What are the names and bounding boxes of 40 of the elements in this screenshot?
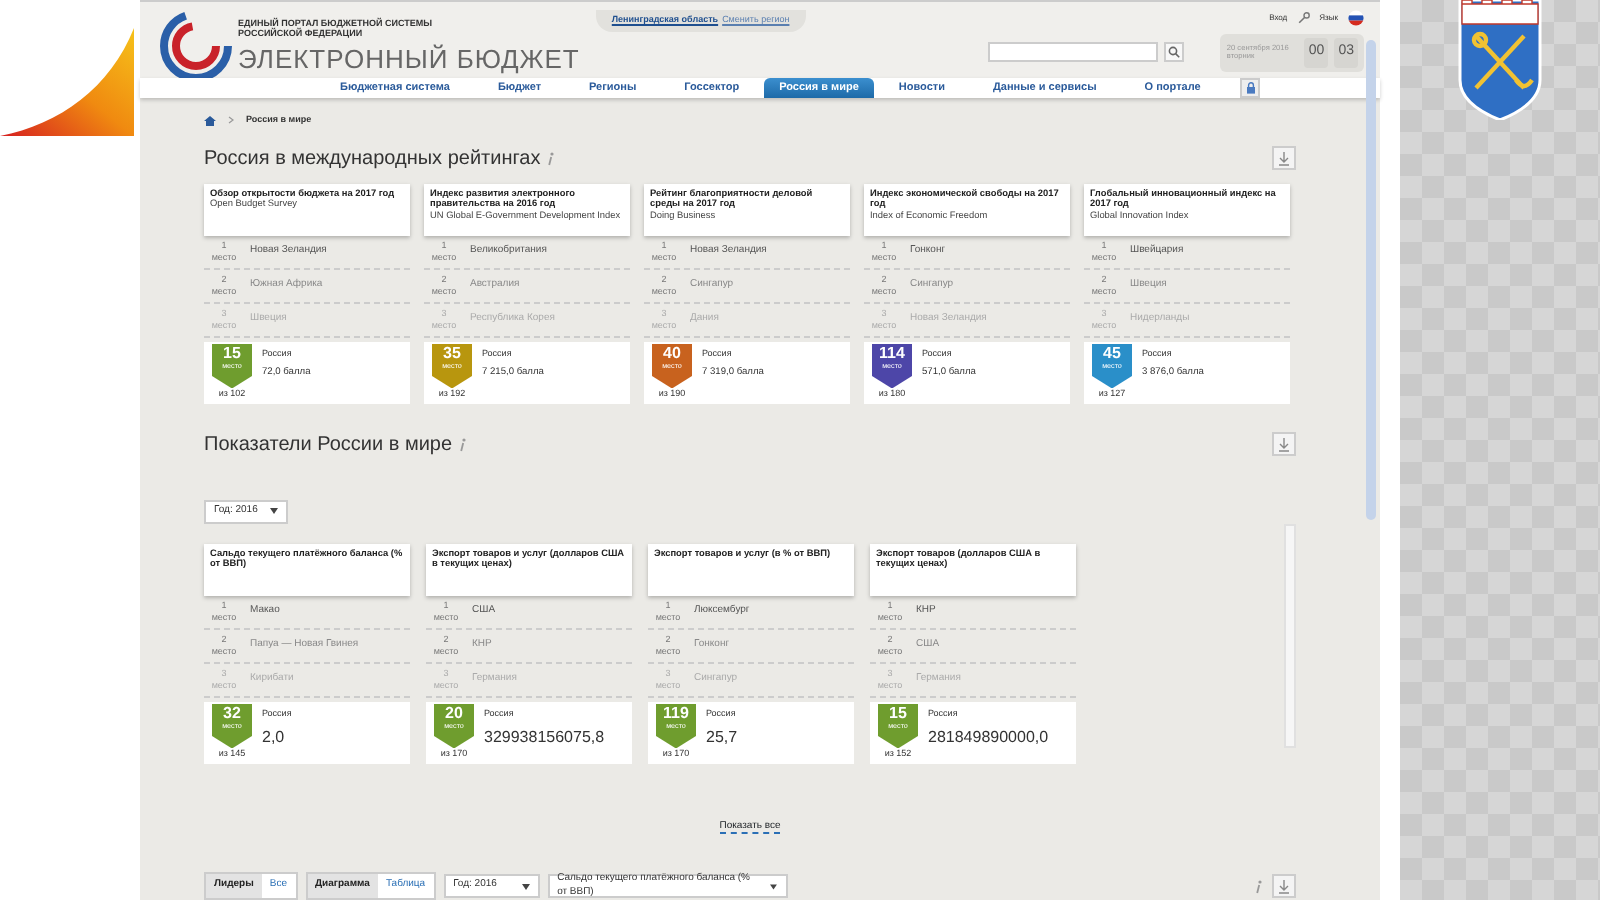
download-button[interactable] (1272, 874, 1296, 898)
caret-icon (770, 883, 778, 889)
download-icon (1278, 437, 1290, 451)
rank-number: 20 (443, 706, 465, 722)
score-value: 329938156075,8 (484, 725, 605, 750)
info-icon[interactable] (458, 437, 469, 451)
rank-number: 35 (441, 346, 463, 362)
swoosh-drawing (0, 28, 134, 138)
rank-number: 45 (1101, 346, 1123, 362)
download-button[interactable] (1272, 146, 1296, 170)
key-icon[interactable] (1297, 12, 1310, 24)
flag-icon[interactable] (1348, 10, 1364, 26)
section-title: Показатели России в мире (204, 431, 453, 459)
caret-icon (269, 508, 278, 515)
info-icon[interactable] (1254, 879, 1264, 893)
rank-number: 15 (221, 346, 243, 362)
score-value: 281849890000,0 (928, 725, 1049, 750)
rank-number: 119 (661, 706, 691, 722)
rank-number: 32 (221, 706, 243, 722)
search-icon (1168, 46, 1181, 58)
download-button[interactable] (1272, 432, 1296, 456)
coat-of-arms-icon (1456, 0, 1544, 120)
search-button[interactable] (1164, 42, 1185, 62)
info-icon[interactable] (546, 151, 557, 165)
home-icon[interactable] (204, 115, 216, 125)
score-value: 2,0 (262, 725, 287, 750)
section-title: Россия в международных рейтингах (204, 145, 541, 173)
lock-icon (1245, 82, 1256, 94)
search-field[interactable] (988, 42, 1159, 62)
portal-title: ЭЛЕКТРОННЫЙ БЮДЖЕТ (238, 42, 580, 79)
rank-number: 40 (661, 346, 683, 362)
scrollbar[interactable] (1366, 40, 1376, 520)
rank-number: 114 (877, 346, 907, 362)
chevron-icon (228, 116, 234, 124)
lock-button[interactable] (1240, 78, 1261, 98)
rank-number: 15 (887, 706, 909, 722)
caret-icon (521, 883, 530, 889)
download-icon (1278, 879, 1290, 893)
score-value: 25,7 (706, 725, 738, 750)
download-icon (1278, 151, 1290, 165)
